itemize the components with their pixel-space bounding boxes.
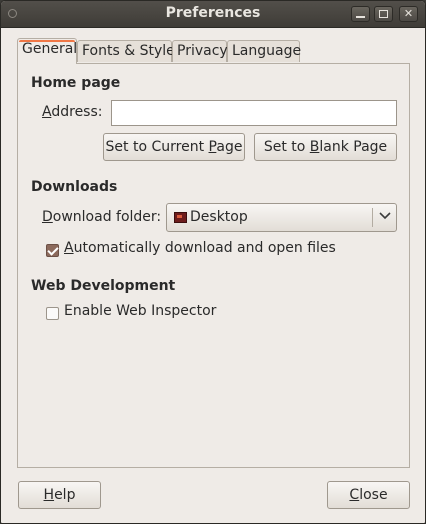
close-button[interactable]: Close xyxy=(327,481,410,509)
minimize-button[interactable] xyxy=(351,6,370,22)
close-mnemonic: C xyxy=(349,487,360,503)
tab-label: Language xyxy=(232,43,302,59)
close-text: lose xyxy=(359,487,388,503)
tab-label: General xyxy=(22,41,78,57)
close-icon: ✕ xyxy=(403,7,414,20)
folder-icon xyxy=(174,212,187,223)
web-development-heading: Web Development xyxy=(31,278,176,294)
home-page-heading: Home page xyxy=(31,75,121,91)
download-folder-mnemonic: D xyxy=(42,209,53,225)
titlebar[interactable]: Preferences ✕ xyxy=(1,1,425,28)
set-blank-page-button[interactable]: Set to Blank Page xyxy=(254,133,397,161)
auto-open-checkbox[interactable] xyxy=(46,244,59,257)
tab-label: Privacy xyxy=(177,43,228,59)
help-button[interactable]: Help xyxy=(18,481,101,509)
download-folder-combo[interactable]: Desktop xyxy=(166,203,397,232)
address-label: Address: xyxy=(42,104,102,120)
tab-general[interactable]: General xyxy=(17,38,77,64)
web-inspector-label[interactable]: Enable Web Inspector xyxy=(64,303,216,319)
tab-language[interactable]: Language xyxy=(227,40,302,62)
tab-fonts-style[interactable]: Fonts & Style xyxy=(77,40,175,62)
help-text: elp xyxy=(54,487,76,503)
address-label-mnemonic: A xyxy=(42,104,52,120)
auto-open-label[interactable]: Automatically download and open files xyxy=(64,240,336,256)
downloads-heading: Downloads xyxy=(31,179,118,195)
set-current-text-post: age xyxy=(216,139,243,155)
general-tab-panel: Home page Address: Set to Current Page S… xyxy=(17,63,410,468)
download-folder-value: Desktop xyxy=(190,209,248,225)
download-folder-text: ownload folder: xyxy=(52,209,162,225)
set-blank-mnemonic: B xyxy=(309,139,320,155)
combo-separator xyxy=(372,208,373,227)
address-input[interactable] xyxy=(111,100,397,126)
set-current-text-pre: Set to Current xyxy=(105,139,209,155)
tab-privacy[interactable]: Privacy xyxy=(172,40,228,62)
tab-label: Fonts & Style xyxy=(82,43,175,59)
web-inspector-checkbox[interactable] xyxy=(46,307,59,320)
set-current-page-button[interactable]: Set to Current Page xyxy=(103,133,245,161)
address-label-text: ddress: xyxy=(51,104,103,120)
help-mnemonic: H xyxy=(43,487,55,503)
auto-open-mnemonic: A xyxy=(64,240,74,256)
download-folder-label: Download folder: xyxy=(42,209,161,225)
close-window-button[interactable]: ✕ xyxy=(399,6,418,22)
preferences-window: Preferences ✕ General Fonts & Style Priv… xyxy=(0,0,426,524)
set-blank-text-post: lank Page xyxy=(319,139,388,155)
auto-open-text: utomatically download and open files xyxy=(73,240,336,256)
set-blank-text-pre: Set to xyxy=(263,139,310,155)
maximize-button[interactable] xyxy=(374,6,393,22)
chevron-down-icon xyxy=(379,212,391,220)
